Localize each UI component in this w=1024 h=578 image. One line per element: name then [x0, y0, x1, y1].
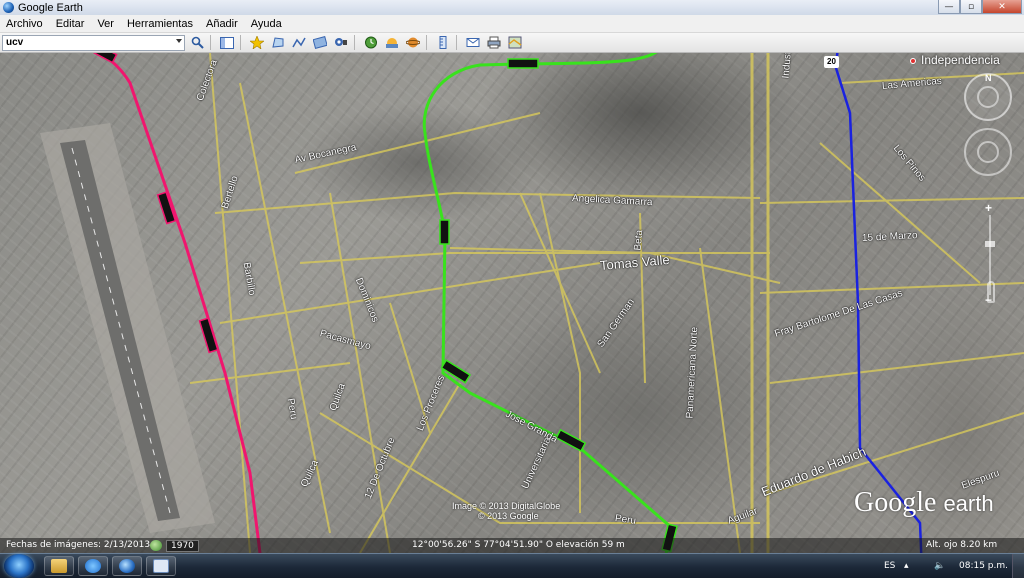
imagery-copyright: Image © 2013 DigitalGlobe © 2013 Google: [452, 501, 560, 521]
magnifier-icon: [191, 36, 204, 49]
view-in-maps-icon: [508, 36, 522, 49]
volume-icon[interactable]: 🔈: [934, 561, 945, 571]
record-tour-button[interactable]: [332, 34, 350, 51]
google-earth-icon: [3, 2, 14, 13]
language-indicator[interactable]: ES: [884, 561, 895, 571]
title-bar: Google Earth — ▫ ✕: [0, 0, 1024, 15]
search-box: [2, 34, 185, 51]
google-earth-icon: [119, 559, 135, 573]
sidebar-toggle-icon: [220, 36, 234, 49]
green-station-2: [439, 219, 450, 245]
copyright-line: © 2013 Google: [478, 511, 539, 521]
logo-google-text: Google: [854, 487, 937, 518]
sunlight-icon: [386, 38, 398, 48]
record-tour-icon: [335, 38, 347, 46]
toolbar-separator: [210, 35, 211, 50]
email-icon: [466, 38, 480, 47]
sunlight-button[interactable]: [383, 34, 401, 51]
polygon-icon: [272, 37, 284, 48]
menu-ayuda[interactable]: Ayuda: [251, 18, 282, 30]
ruler-button[interactable]: [434, 34, 452, 51]
image-overlay-icon: [313, 36, 327, 49]
planets-icon: [406, 37, 420, 48]
toolbar-separator: [456, 35, 457, 50]
menu-editar[interactable]: Editar: [56, 18, 85, 30]
start-button[interactable]: [4, 554, 34, 578]
street-view-pegman-icon[interactable]: [987, 281, 995, 303]
imagery-date: Fechas de imágenes: 2/13/2013: [6, 540, 151, 550]
taskbar-app-ie[interactable]: [78, 556, 108, 576]
navigation-compass[interactable]: N: [964, 73, 1012, 121]
place-marker-icon[interactable]: [910, 58, 916, 64]
map-label-beta: Beta: [632, 229, 646, 251]
pink-station-3: [198, 317, 219, 354]
place-label-independencia[interactable]: Independencia: [921, 53, 1000, 67]
polygon-button[interactable]: [269, 34, 287, 51]
move-joystick-center[interactable]: [977, 141, 999, 163]
highway-shield: 20: [824, 56, 839, 68]
placemark-icon: [250, 36, 264, 49]
google-earth-logo: Google earth: [854, 487, 994, 519]
copyright-line: Image © 2013 DigitalGlobe: [452, 501, 561, 511]
windows-taskbar: ES ▴ 🔈 08:15 p.m.: [0, 553, 1024, 578]
eye-altitude: Alt. ojo 8.20 km: [926, 540, 998, 550]
placemark-button[interactable]: [248, 34, 266, 51]
internet-explorer-icon: [85, 559, 101, 573]
green-station-1: [507, 58, 539, 69]
window-controls: — ▫ ✕: [938, 0, 1022, 14]
taskbar-app-explorer[interactable]: [44, 556, 74, 576]
zoom-knob[interactable]: [985, 241, 995, 247]
window-icon: [153, 559, 169, 573]
windows-explorer-icon: [51, 559, 67, 573]
street-network: [189, 53, 1024, 553]
zoom-in-icon[interactable]: +: [985, 201, 992, 215]
map-viewport[interactable]: Colectora Av Bocanegra Angelica Gamarra …: [0, 53, 1024, 553]
search-input[interactable]: [3, 36, 171, 49]
planets-button[interactable]: [404, 34, 422, 51]
historical-imagery-icon[interactable]: [150, 540, 162, 551]
airport-runway: [40, 123, 215, 533]
tray-arrow-icon[interactable]: ▴: [904, 561, 909, 571]
minimize-button[interactable]: —: [938, 0, 960, 14]
taskbar-app-window[interactable]: [146, 556, 176, 576]
menu-anadir[interactable]: Añadir: [206, 18, 238, 30]
path-button[interactable]: [290, 34, 308, 51]
view-in-maps-button[interactable]: [506, 34, 524, 51]
historical-imagery-icon: [365, 36, 377, 49]
toolbar-separator: [426, 35, 427, 50]
dropdown-arrow-icon[interactable]: [176, 38, 182, 43]
logo-earth-text: earth: [943, 491, 994, 516]
compass-north-label: N: [985, 73, 992, 83]
search-button[interactable]: [188, 34, 206, 51]
path-icon: [292, 37, 306, 48]
ruler-icon: [439, 36, 447, 49]
historical-imagery-button[interactable]: [362, 34, 380, 51]
imagery-year-box[interactable]: 1970: [166, 540, 199, 552]
sidebar-toggle-button[interactable]: [218, 34, 236, 51]
toolbar-separator: [240, 35, 241, 50]
menu-archivo[interactable]: Archivo: [6, 18, 43, 30]
menu-bar: Archivo Editar Ver Herramientas Añadir A…: [0, 15, 1024, 33]
status-bar: Fechas de imágenes: 2/13/2013 1970 12°00…: [0, 538, 1024, 553]
system-tray: ES ▴ 🔈 08:15 p.m.: [874, 554, 1024, 578]
cursor-coordinates: 12°00'56.26" S 77°04'51.90" O elevación …: [412, 540, 625, 550]
toolbar-separator: [354, 35, 355, 50]
pink-station-1: [84, 53, 118, 64]
move-joystick[interactable]: [964, 128, 1012, 176]
print-button[interactable]: [485, 34, 503, 51]
toolbar: [0, 33, 1024, 53]
print-icon: [487, 36, 501, 49]
image-overlay-button[interactable]: [311, 34, 329, 51]
compass-center[interactable]: [977, 86, 999, 108]
taskbar-app-google-earth[interactable]: [112, 556, 142, 576]
window-title: Google Earth: [18, 1, 83, 14]
close-button[interactable]: ✕: [982, 0, 1022, 14]
menu-herramientas[interactable]: Herramientas: [127, 18, 193, 30]
email-button[interactable]: [464, 34, 482, 51]
show-desktop-button[interactable]: [1012, 554, 1024, 578]
clock[interactable]: 08:15 p.m.: [959, 561, 1008, 571]
maximize-button[interactable]: ▫: [960, 0, 982, 14]
menu-ver[interactable]: Ver: [97, 18, 114, 30]
